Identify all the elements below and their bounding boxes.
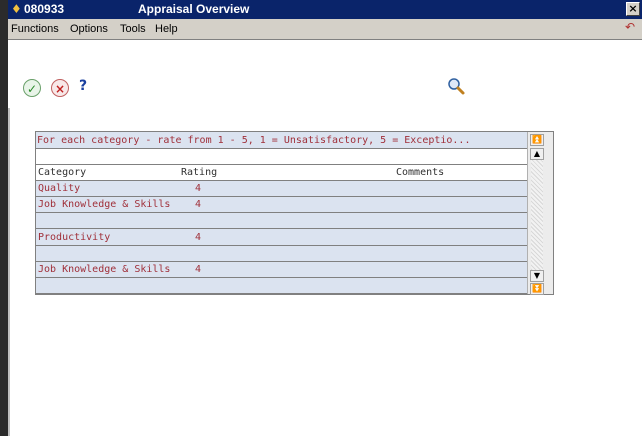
double-down-arrow-icon: ⏬ <box>532 284 542 293</box>
cancel-icon: × <box>54 82 66 96</box>
scroll-track[interactable] <box>531 148 543 274</box>
menu-options[interactable]: Options <box>70 22 108 36</box>
cancel-button[interactable]: × <box>51 79 69 97</box>
scroll-down-button[interactable]: ▼ <box>530 270 544 282</box>
grid-row[interactable] <box>36 213 527 229</box>
down-arrow-icon: ▼ <box>533 271 541 280</box>
grid-row[interactable] <box>36 246 527 262</box>
rating-cell[interactable]: 4 <box>195 231 201 244</box>
grid-row[interactable] <box>36 278 527 294</box>
double-up-arrow-icon: ⏫ <box>532 135 542 144</box>
scroll-to-top-button[interactable]: ⏫ <box>530 134 544 146</box>
grid-instruction: For each category - rate from 1 - 5, 1 =… <box>37 135 471 146</box>
app-icon: ♦ <box>11 2 22 16</box>
category-cell: Quality <box>38 183 81 194</box>
toolbar <box>8 40 642 108</box>
form-border <box>8 108 10 436</box>
category-cell: Productivity <box>38 232 111 243</box>
close-button[interactable]: × <box>626 2 640 16</box>
rating-cell[interactable]: 4 <box>195 263 201 276</box>
scroll-up-button[interactable]: ▲ <box>530 148 544 160</box>
menu-help[interactable]: Help <box>155 22 178 36</box>
menu-tools[interactable]: Tools <box>120 22 146 36</box>
rating-cell[interactable]: 4 <box>195 182 201 195</box>
magnifier-icon <box>448 78 465 95</box>
checkmark-icon: ✓ <box>26 82 38 96</box>
menu-functions[interactable]: Functions <box>11 22 59 36</box>
grid-row[interactable]: Productivity 4 <box>36 229 527 246</box>
help-button[interactable]: ? <box>76 77 90 95</box>
form-id: 080933 <box>24 2 65 16</box>
grid-row[interactable]: Quality 4 <box>36 181 527 197</box>
window-left-border <box>0 0 8 436</box>
menu-bar: Functions Options Tools Help <box>8 19 642 40</box>
rating-cell[interactable]: 4 <box>195 198 201 211</box>
grid-column-header: Category Rating Comments <box>36 165 527 181</box>
grid-row[interactable]: Job Knowledge & Skills 4 <box>36 197 527 213</box>
grid-blank-row <box>36 149 527 165</box>
category-cell: Job Knowledge & Skills <box>38 199 171 210</box>
title-bar <box>8 0 642 19</box>
grid-row[interactable]: Job Knowledge & Skills 4 <box>36 262 527 278</box>
column-header-rating[interactable]: Rating <box>181 166 217 179</box>
column-header-comments[interactable]: Comments <box>396 166 444 179</box>
up-arrow-icon: ▲ <box>533 149 541 158</box>
find-button[interactable] <box>446 76 466 96</box>
exit-arrow-icon[interactable]: ↶ <box>625 20 635 34</box>
category-cell: Job Knowledge & Skills <box>38 264 171 275</box>
scroll-to-bottom-button[interactable]: ⏬ <box>530 283 544 295</box>
ok-button[interactable]: ✓ <box>23 79 41 97</box>
column-header-category[interactable]: Category <box>38 166 86 179</box>
window-title: Appraisal Overview <box>138 2 250 16</box>
